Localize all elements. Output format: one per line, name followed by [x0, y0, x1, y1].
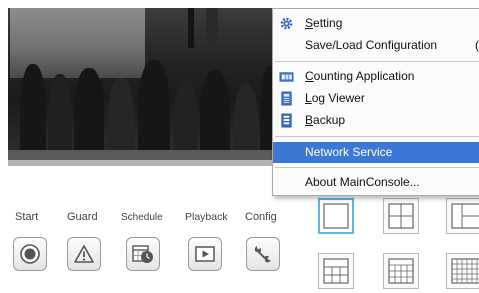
- about-label: About MainConsole...: [305, 175, 420, 189]
- config-button[interactable]: [246, 237, 280, 271]
- log-document-icon: [281, 91, 292, 106]
- guard-label: Guard: [67, 211, 98, 223]
- menu-item-backup[interactable]: Backup: [273, 110, 479, 131]
- save-load-label: Save/Load Configuration: [305, 38, 438, 52]
- playback-label: Playback: [185, 211, 228, 223]
- layout-3-split-button[interactable]: [446, 198, 479, 234]
- grid-3x3-icon: [323, 258, 349, 284]
- setting-mnemonic: S: [305, 16, 314, 30]
- play-icon: [195, 246, 215, 262]
- layout-5x5-button[interactable]: [446, 253, 479, 289]
- menu-separator: [275, 167, 479, 168]
- counting-mnemonic: C: [305, 69, 314, 83]
- counting-label: ounting Application: [313, 69, 415, 83]
- context-menu: Setting Save/Load Configuration ( Counti…: [272, 8, 479, 196]
- menu-item-log-viewer[interactable]: Log Viewer: [273, 88, 479, 109]
- gear-icon: [280, 17, 293, 30]
- start-button[interactable]: [13, 237, 47, 271]
- playback-button[interactable]: [188, 237, 222, 271]
- start-label: Start: [15, 211, 39, 223]
- layout-single-view-button[interactable]: [318, 198, 354, 234]
- wrench-icon: [254, 246, 271, 263]
- record-icon: [20, 244, 40, 264]
- layout-4x4-button[interactable]: [383, 253, 419, 289]
- menu-item-save-load-configuration[interactable]: Save/Load Configuration (: [273, 35, 479, 56]
- camera-video-preview: [8, 8, 279, 160]
- grid-2x2-icon: [388, 203, 414, 229]
- log-viewer-mnemonic: L: [305, 91, 312, 105]
- guard-button[interactable]: [67, 237, 101, 271]
- config-label: Config: [245, 211, 277, 223]
- save-load-extra: (: [475, 38, 479, 52]
- counting-app-icon: [279, 72, 294, 82]
- backup-icon: [281, 113, 292, 128]
- video-progress-bar: [8, 160, 279, 166]
- menu-separator: [275, 61, 479, 62]
- warning-icon: [74, 245, 94, 263]
- single-view-icon: [323, 203, 349, 229]
- network-service-label: Network Service: [305, 145, 393, 159]
- menu-item-setting[interactable]: Setting: [273, 13, 479, 34]
- schedule-button[interactable]: [126, 237, 160, 271]
- setting-label: etting: [313, 16, 343, 30]
- layout-3x3-button[interactable]: [318, 253, 354, 289]
- menu-separator: [275, 136, 479, 137]
- grid-5x5-icon: [451, 258, 479, 284]
- calendar-clock-icon: [132, 245, 153, 263]
- layout-2x2-button[interactable]: [383, 198, 419, 234]
- backup-label: ackup: [313, 113, 346, 127]
- menu-item-network-service[interactable]: Network Service: [273, 142, 479, 163]
- schedule-label: Schedule: [121, 212, 163, 223]
- grid-3-split-icon: [451, 203, 479, 229]
- grid-4x4-icon: [388, 258, 414, 284]
- menu-item-about-mainconsole[interactable]: About MainConsole...: [273, 172, 479, 193]
- log-viewer-label: og Viewer: [311, 91, 365, 105]
- menu-item-counting-application[interactable]: Counting Application: [273, 66, 479, 87]
- backup-mnemonic: B: [305, 113, 314, 127]
